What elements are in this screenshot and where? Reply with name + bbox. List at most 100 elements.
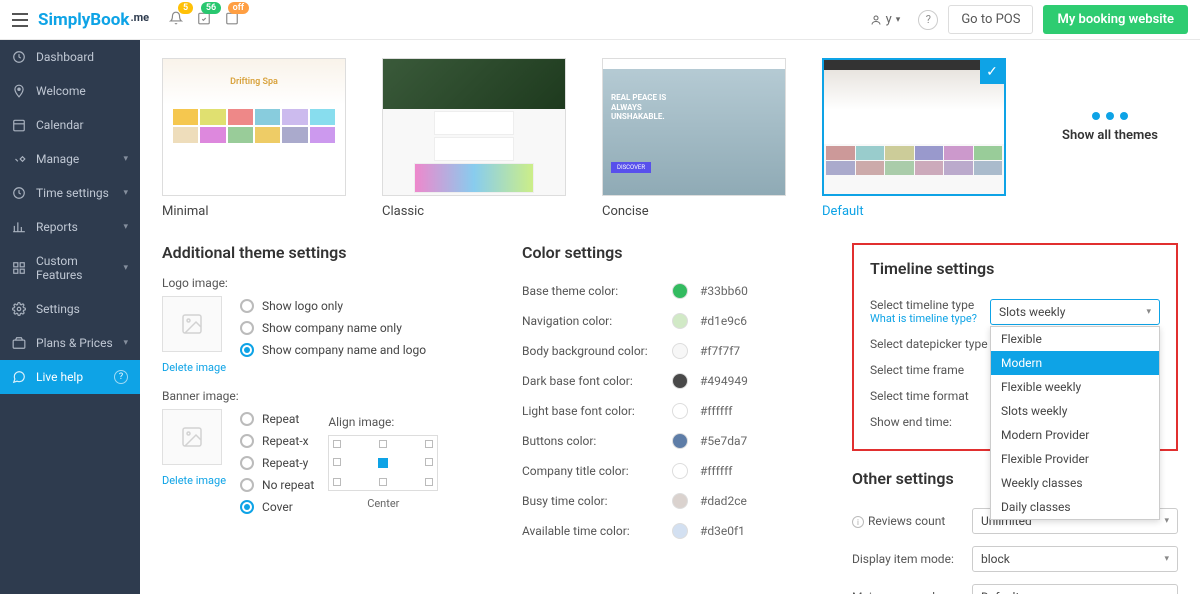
sidebar-item-manage[interactable]: Manage▾ [0, 142, 140, 176]
logo-radio-0[interactable]: Show logo only [240, 296, 426, 316]
align-bc[interactable] [379, 478, 387, 486]
align-br[interactable] [425, 478, 433, 486]
logo-radio-2[interactable]: Show company name and logo [240, 340, 426, 360]
sidebar-item-live-help[interactable]: Live help? [0, 360, 140, 394]
radio-icon [240, 412, 254, 426]
color-swatch[interactable] [672, 283, 688, 299]
sidebar: DashboardWelcomeCalendarManage▾Time sett… [0, 40, 140, 594]
color-settings-col: Color settings Base theme color:#33bb60N… [522, 243, 822, 594]
banner-group: Delete image RepeatRepeat-xRepeat-yNo re… [162, 409, 492, 517]
theme-thumb[interactable]: Drifting Spa [162, 58, 346, 196]
calendar-off-icon[interactable]: off [225, 10, 239, 29]
logo-image-placeholder[interactable] [162, 296, 222, 352]
sidebar-item-dashboard[interactable]: Dashboard [0, 40, 140, 74]
dropdown-item-flexible-weekly[interactable]: Flexible weekly [991, 375, 1159, 399]
bell-icon[interactable]: 5 [169, 10, 183, 29]
chevron-down-icon: ▾ [1164, 554, 1169, 564]
radio-icon [240, 456, 254, 470]
dropdown-item-flexible-provider[interactable]: Flexible Provider [991, 447, 1159, 471]
help-icon[interactable]: ? [918, 10, 938, 30]
banner-image-col: Delete image [162, 409, 226, 488]
color-swatch[interactable] [672, 493, 688, 509]
banner-radio-1[interactable]: Repeat-x [240, 431, 314, 451]
sidebar-item-label: Live help [36, 370, 83, 384]
notif-badge: 5 [178, 2, 193, 14]
theme-thumb[interactable]: REAL PEACE ISALWAYSUNSHAKABLE. DISCOVER [602, 58, 786, 196]
sidebar-item-custom-features[interactable]: Custom Features▾ [0, 244, 140, 292]
dropdown-item-weekly-classes[interactable]: Weekly classes [991, 471, 1159, 495]
display-mode-row: Display item mode: block▾ [852, 540, 1178, 578]
banner-image-label: Banner image: [162, 389, 492, 403]
image-icon [178, 425, 206, 449]
sidebar-item-welcome[interactable]: Welcome [0, 74, 140, 108]
theme-card-classic[interactable]: Classic [382, 58, 566, 219]
align-center[interactable] [378, 458, 388, 468]
info-icon[interactable]: i [852, 516, 864, 528]
radio-label: Show logo only [262, 299, 343, 313]
calendar-check-icon[interactable]: 56 [197, 10, 211, 29]
timeline-type-help-link[interactable]: What is timeline type? [870, 312, 990, 325]
theme-thumb[interactable] [382, 58, 566, 196]
topbar-notif-icons: 5 56 off [169, 10, 239, 29]
dropdown-item-slots-weekly[interactable]: Slots weekly [991, 399, 1159, 423]
chevron-down-icon: ▾ [1164, 516, 1169, 526]
color-label: Light base font color: [522, 404, 672, 418]
banner-radio-3[interactable]: No repeat [240, 475, 314, 495]
theme-card-default[interactable]: ✓ Default [822, 58, 1006, 219]
dropdown-item-modern[interactable]: Modern [991, 351, 1159, 375]
dropdown-item-flexible[interactable]: Flexible [991, 327, 1159, 351]
my-booking-website-button[interactable]: My booking website [1043, 5, 1188, 34]
banner-radio-0[interactable]: Repeat [240, 409, 314, 429]
delete-logo-link[interactable]: Delete image [162, 361, 226, 374]
color-swatch[interactable] [672, 463, 688, 479]
sidebar-item-settings[interactable]: Settings [0, 292, 140, 326]
mainpage-mode-select[interactable]: Default▾ [972, 584, 1178, 594]
align-tl[interactable] [333, 440, 341, 448]
color-label: Dark base font color: [522, 374, 672, 388]
color-swatch[interactable] [672, 313, 688, 329]
logo[interactable]: SimplyBook.me [38, 10, 149, 30]
banner-radio-4[interactable]: Cover [240, 497, 314, 517]
reports-icon [12, 220, 26, 234]
sidebar-item-plans-&-prices[interactable]: Plans & Prices▾ [0, 326, 140, 360]
go-to-pos-button[interactable]: Go to POS [948, 5, 1033, 34]
user-menu[interactable]: y ▾ [862, 8, 909, 31]
sidebar-item-label: Manage [36, 152, 79, 166]
banner-radio-2[interactable]: Repeat-y [240, 453, 314, 473]
color-swatch[interactable] [672, 523, 688, 539]
custom-icon [12, 261, 26, 275]
theme-card-concise[interactable]: REAL PEACE ISALWAYSUNSHAKABLE. DISCOVER … [602, 58, 786, 219]
menu-toggle[interactable] [12, 13, 28, 27]
section-title: Additional theme settings [162, 243, 492, 262]
align-mr[interactable] [425, 458, 433, 466]
sidebar-item-reports[interactable]: Reports▾ [0, 210, 140, 244]
color-swatch[interactable] [672, 373, 688, 389]
banner-image-placeholder[interactable] [162, 409, 222, 465]
color-value: #33bb60 [700, 284, 748, 298]
show-all-themes-button[interactable]: Show all themes [1042, 58, 1178, 196]
logo-text-primary: SimplyBook [38, 10, 129, 30]
align-ml[interactable] [333, 458, 341, 466]
sidebar-item-calendar[interactable]: Calendar [0, 108, 140, 142]
logo-radio-1[interactable]: Show company name only [240, 318, 426, 338]
section-title: Color settings [522, 243, 822, 262]
align-tc[interactable] [379, 440, 387, 448]
color-swatch[interactable] [672, 403, 688, 419]
color-swatch[interactable] [672, 343, 688, 359]
delete-banner-link[interactable]: Delete image [162, 474, 226, 487]
dropdown-item-modern-provider[interactable]: Modern Provider [991, 423, 1159, 447]
display-mode-select[interactable]: block▾ [972, 546, 1178, 572]
theme-thumb-selected[interactable]: ✓ [822, 58, 1006, 196]
color-label: Body background color: [522, 344, 672, 358]
sidebar-item-time-settings[interactable]: Time settings▾ [0, 176, 140, 210]
color-label: Buttons color: [522, 434, 672, 448]
align-tr[interactable] [425, 440, 433, 448]
timeline-type-select[interactable]: Slots weekly ▾ FlexibleModernFlexible we… [990, 299, 1160, 325]
timeline-type-label: Select timeline type [870, 298, 990, 312]
dropdown-item-daily-classes[interactable]: Daily classes [991, 495, 1159, 519]
additional-settings-col: Additional theme settings Logo image: De… [162, 243, 492, 594]
color-swatch[interactable] [672, 433, 688, 449]
logo-text-suffix: .me [130, 11, 149, 24]
theme-card-minimal[interactable]: Drifting Spa Minimal [162, 58, 346, 219]
align-bl[interactable] [333, 478, 341, 486]
